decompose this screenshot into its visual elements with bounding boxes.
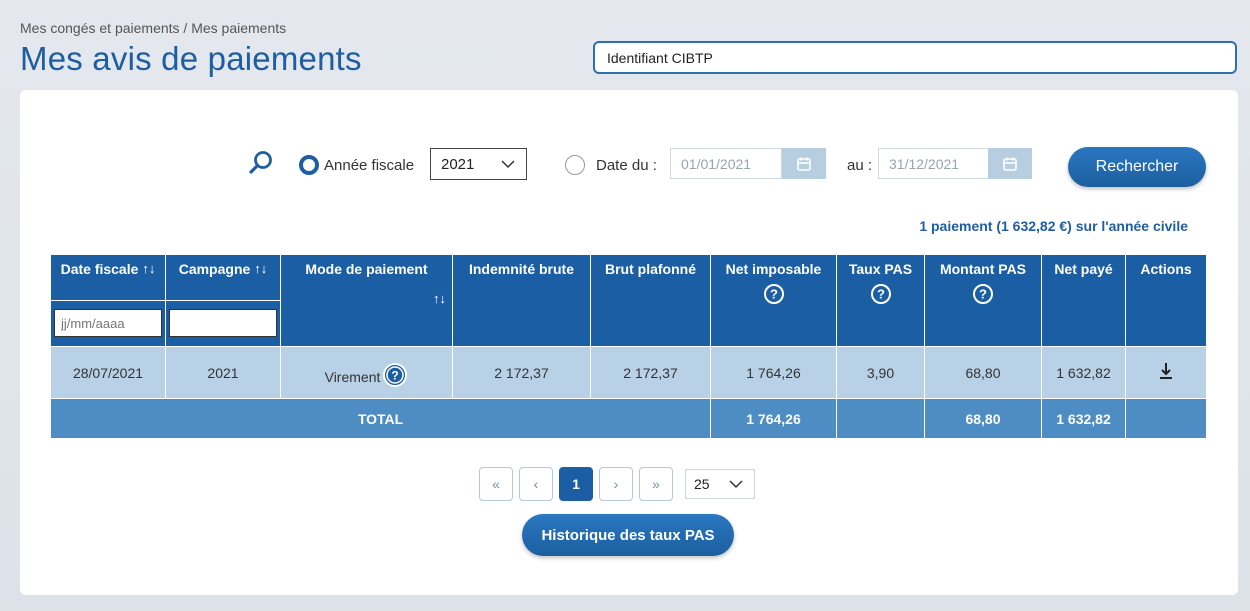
col-brut-plafonne: Brut plafonné (590, 254, 711, 347)
calendar-icon[interactable] (782, 148, 826, 179)
cell-date-fiscale: 28/07/2021 (50, 346, 166, 399)
col-actions: Actions (1125, 254, 1207, 347)
help-icon[interactable]: ? (840, 283, 921, 305)
calendar-icon[interactable] (988, 148, 1032, 179)
total-net-paye: 1 632,82 (1041, 398, 1126, 439)
pagination: « ‹ 1 › » 25 (479, 467, 755, 501)
fiscal-year-radio[interactable] (299, 155, 319, 175)
help-icon[interactable]: ? (714, 283, 833, 305)
col-label: Mode de paiement (305, 261, 428, 277)
cell-net-imposable: 1 764,26 (710, 346, 837, 399)
help-icon[interactable]: ? (928, 283, 1038, 305)
date-from-input[interactable]: 01/01/2021 (670, 148, 782, 179)
date-from-label: Date du : (596, 157, 657, 174)
total-label: TOTAL (50, 398, 711, 439)
col-net-paye: Net payé (1041, 254, 1126, 347)
total-actions (1125, 398, 1207, 439)
col-label: Net imposable (725, 261, 822, 277)
cell-taux-pas: 3,90 (836, 346, 925, 399)
cell-montant-pas: 68,80 (924, 346, 1042, 399)
col-taux-pas: Taux PAS ? (836, 254, 925, 347)
fiscal-year-value: 2021 (441, 155, 475, 173)
table-row: 28/07/2021 2021 Virement ? 2 172,37 2 17… (50, 346, 1207, 399)
payments-table: Date fiscale↑↓ Campagne↑↓ Mode de paieme… (50, 254, 1207, 439)
date-to-label: au : (847, 157, 873, 174)
current-page-button[interactable]: 1 (559, 467, 593, 501)
cell-indemnite-brute: 2 172,37 (452, 346, 591, 399)
total-row: TOTAL 1 764,26 68,80 1 632,82 (50, 398, 1207, 439)
col-label: Date fiscale (60, 261, 139, 277)
fiscal-year-label: Année fiscale (324, 157, 415, 174)
page-title: Mes avis de paiements (20, 40, 362, 77)
svg-text:?: ? (877, 287, 885, 302)
date-to-value: 31/12/2021 (889, 155, 960, 172)
last-page-button[interactable]: » (639, 467, 673, 501)
svg-text:?: ? (770, 287, 778, 302)
first-page-button[interactable]: « (479, 467, 513, 501)
col-label: Actions (1140, 261, 1192, 277)
col-date-fiscale[interactable]: Date fiscale ↑↓ (50, 254, 166, 347)
sort-icon[interactable]: ↑↓ (433, 291, 446, 306)
cell-actions (1125, 346, 1207, 399)
col-net-imposable: Net imposable ? (710, 254, 837, 347)
payments-panel: Année fiscale 2021 Date du : 01/01/2021 … (20, 90, 1238, 595)
cell-campagne: 2021 (165, 346, 281, 399)
cell-brut-plafonne: 2 172,37 (590, 346, 711, 399)
total-net-imposable: 1 764,26 (710, 398, 837, 439)
col-montant-pas: Montant PAS ? (924, 254, 1042, 347)
col-label: Indemnité brute (468, 261, 574, 277)
svg-text:?: ? (392, 369, 399, 383)
date-range-radio[interactable] (565, 155, 585, 175)
col-label: Net payé (1054, 261, 1113, 277)
campagne-filter-input[interactable] (169, 309, 277, 337)
history-pas-button[interactable]: Historique des taux PAS (522, 514, 734, 556)
col-indemnite-brute: Indemnité brute (452, 254, 591, 347)
header-divider (51, 300, 165, 301)
cell-net-paye: 1 632,82 (1041, 346, 1126, 399)
download-icon[interactable] (1157, 363, 1175, 384)
col-mode-paiement[interactable]: Mode de paiement ↑↓ (280, 254, 453, 347)
cibtp-id-input[interactable] (593, 41, 1237, 74)
col-campagne[interactable]: Campagne ↑↓ (165, 254, 281, 347)
total-taux-pas (836, 398, 925, 439)
date-fiscale-filter-input[interactable] (54, 309, 162, 337)
col-label: Campagne (178, 261, 251, 277)
breadcrumb: Mes congés et paiements / Mes paiements (20, 20, 287, 36)
mode-paiement-value: Virement (324, 368, 381, 385)
help-icon[interactable]: ? (382, 362, 408, 391)
cell-mode-paiement: Virement ? (280, 346, 453, 399)
svg-text:?: ? (979, 287, 987, 302)
col-label: Taux PAS (848, 261, 913, 277)
date-from-value: 01/01/2021 (681, 155, 752, 172)
date-to-input[interactable]: 31/12/2021 (878, 148, 990, 179)
per-page-value: 25 (694, 476, 710, 492)
filters-bar: Année fiscale 2021 Date du : 01/01/2021 … (20, 145, 1238, 187)
next-page-button[interactable]: › (599, 467, 633, 501)
payments-summary: 1 paiement (1 632,82 €) sur l'année civi… (919, 218, 1188, 234)
sort-icon[interactable]: ↑↓ (254, 261, 267, 276)
search-icon (248, 150, 274, 181)
per-page-select[interactable]: 25 (685, 469, 755, 499)
sort-icon[interactable]: ↑↓ (142, 261, 155, 276)
chevron-down-icon (728, 477, 744, 494)
col-label: Brut plafonné (605, 261, 696, 277)
total-montant-pas: 68,80 (924, 398, 1042, 439)
prev-page-button[interactable]: ‹ (519, 467, 553, 501)
chevron-down-icon (500, 157, 516, 175)
search-button[interactable]: Rechercher (1068, 147, 1206, 187)
fiscal-year-select[interactable]: 2021 (430, 148, 527, 180)
header-divider (166, 300, 280, 301)
col-label: Montant PAS (939, 261, 1027, 277)
